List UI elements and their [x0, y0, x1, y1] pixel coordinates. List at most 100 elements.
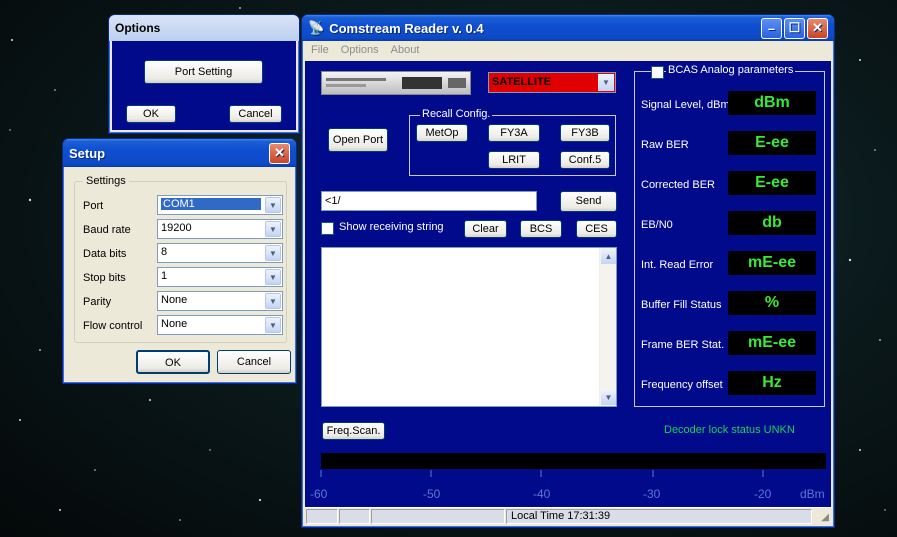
flow-control-value: None	[161, 318, 188, 330]
stop-bits-label: Stop bits	[83, 272, 126, 284]
status-cell	[371, 509, 505, 524]
bcas-checkbox[interactable]	[651, 66, 664, 79]
bcs-button[interactable]: BCS	[520, 220, 562, 238]
baud-rate-label: Baud rate	[83, 224, 131, 236]
comstream-reader-window: 📡 Comstream Reader v. 0.4 – ☐ ✕ File Opt…	[301, 14, 835, 528]
chevron-down-icon[interactable]: ▼	[265, 221, 281, 237]
int-read-error-display: mE-ee	[728, 251, 816, 275]
signal-level-display: dBm	[728, 91, 816, 115]
chevron-down-icon[interactable]: ▼	[265, 317, 281, 333]
ebn0-display: db	[728, 211, 816, 235]
chevron-down-icon[interactable]: ▼	[265, 245, 281, 261]
receiver-device-image	[321, 71, 471, 95]
bcas-panel: BCAS Analog parameters Signal Level, dBm…	[634, 64, 825, 407]
minimize-button[interactable]: –	[761, 17, 782, 39]
freq-scan-button[interactable]: Freq.Scan.	[322, 422, 385, 440]
options-cancel-button[interactable]: Cancel	[229, 105, 282, 123]
open-port-button[interactable]: Open Port	[328, 128, 388, 152]
setup-close-button[interactable]: ✕	[269, 142, 290, 164]
signal-level-bar	[321, 453, 826, 469]
parity-select[interactable]: None ▼	[157, 291, 283, 311]
recall-metop-button[interactable]: MetOp	[416, 124, 468, 142]
chevron-up-icon: ▲	[604, 252, 613, 261]
data-bits-value: 8	[161, 246, 168, 258]
scale-tick-label: -30	[643, 487, 661, 501]
recall-lrit-button[interactable]: LRIT	[488, 151, 540, 169]
menu-file[interactable]: File	[311, 44, 329, 58]
chevron-down-icon[interactable]: ▼	[265, 269, 281, 285]
clear-button[interactable]: Clear	[464, 220, 507, 238]
resize-grip-icon[interactable]: ◢	[821, 512, 829, 523]
show-receiving-label: Show receiving string	[339, 221, 444, 233]
close-icon: ✕	[812, 20, 823, 35]
port-value: COM1	[161, 198, 261, 210]
main-close-button[interactable]: ✕	[807, 17, 828, 39]
status-cell	[339, 509, 370, 524]
setup-titlebar[interactable]: Setup ✕	[63, 139, 296, 167]
chevron-down-icon[interactable]: ▼	[265, 197, 281, 213]
baud-rate-select[interactable]: 19200 ▼	[157, 219, 283, 239]
scale-tick-label: -60	[310, 487, 328, 501]
setup-ok-button[interactable]: OK	[136, 350, 210, 374]
main-titlebar[interactable]: 📡 Comstream Reader v. 0.4 – ☐ ✕	[302, 15, 834, 41]
recall-fy3b-button[interactable]: FY3B	[560, 124, 610, 142]
scale-unit-label: dBm	[800, 487, 825, 501]
recall-fy3a-button[interactable]: FY3A	[488, 124, 540, 142]
status-bar: Local Time 17:31:39 ◢	[305, 507, 831, 524]
chevron-down-icon[interactable]: ▼	[598, 74, 614, 91]
scale-tick-label: -50	[423, 487, 441, 501]
port-label: Port	[83, 200, 104, 212]
chevron-down-icon[interactable]: ▼	[265, 293, 281, 309]
recall-conf5-button[interactable]: Conf.5	[560, 151, 610, 169]
param-label: EB/N0	[641, 219, 673, 231]
data-bits-label: Data bits	[83, 248, 127, 260]
param-label: Signal Level, dBm	[641, 99, 730, 111]
param-label: Frequency offset	[641, 379, 723, 391]
options-titlebar[interactable]: Options	[109, 15, 299, 41]
options-body: Port Setting OK Cancel	[112, 41, 296, 130]
maximize-icon: ☐	[788, 20, 801, 35]
command-input[interactable]: <1/	[321, 191, 537, 211]
parity-label: Parity	[83, 296, 112, 308]
status-time-cell: Local Time 17:31:39	[506, 509, 812, 524]
maximize-button[interactable]: ☐	[784, 17, 805, 39]
decoder-status-text: Decoder lock status UNKN	[664, 424, 795, 436]
param-label: Int. Read Error	[641, 259, 714, 271]
recall-config-panel: Recall Config. MetOp FY3A FY3B LRIT Conf…	[409, 108, 616, 176]
ces-button[interactable]: CES	[576, 220, 617, 238]
parity-value: None	[161, 294, 188, 306]
options-window: Options Port Setting OK Cancel	[108, 14, 300, 134]
stop-bits-select[interactable]: 1 ▼	[157, 267, 283, 287]
scroll-up-button[interactable]: ▲	[601, 249, 616, 264]
local-time-text: Local Time 17:31:39	[511, 510, 611, 522]
scale-tick-label: -20	[754, 487, 772, 501]
setup-title: Setup	[69, 145, 106, 161]
command-value: <1/	[325, 195, 341, 207]
mode-select[interactable]: SATELLITE ▼	[488, 72, 616, 93]
menu-options[interactable]: Options	[341, 44, 379, 58]
setup-cancel-button[interactable]: Cancel	[217, 350, 291, 374]
receive-textarea[interactable]: ▲ ▼	[321, 247, 617, 407]
textarea-scrollbar[interactable]: ▲ ▼	[599, 248, 616, 406]
satellite-dish-icon: 📡	[308, 20, 325, 35]
scale-tick-label: -40	[533, 487, 551, 501]
scroll-down-button[interactable]: ▼	[601, 390, 616, 405]
show-receiving-checkbox[interactable]	[321, 222, 334, 235]
flow-control-label: Flow control	[83, 320, 143, 332]
bcas-label: BCAS Analog parameters	[666, 64, 796, 76]
param-label: Buffer Fill Status	[641, 299, 722, 311]
menu-bar: File Options About	[305, 41, 831, 61]
stop-bits-value: 1	[161, 270, 168, 282]
settings-groupbox: Settings Port COM1 ▼ Baud rate 19200 ▼ D…	[74, 175, 287, 343]
minimize-icon: –	[767, 20, 776, 36]
data-bits-select[interactable]: 8 ▼	[157, 243, 283, 263]
options-ok-button[interactable]: OK	[126, 105, 176, 123]
port-setting-button[interactable]: Port Setting	[144, 60, 263, 84]
menu-about[interactable]: About	[391, 44, 420, 58]
buffer-fill-display: %	[728, 291, 816, 315]
param-label: Raw BER	[641, 139, 689, 151]
options-title: Options	[115, 21, 161, 35]
flow-control-select[interactable]: None ▼	[157, 315, 283, 335]
send-button[interactable]: Send	[560, 191, 617, 212]
port-select[interactable]: COM1 ▼	[157, 195, 283, 215]
